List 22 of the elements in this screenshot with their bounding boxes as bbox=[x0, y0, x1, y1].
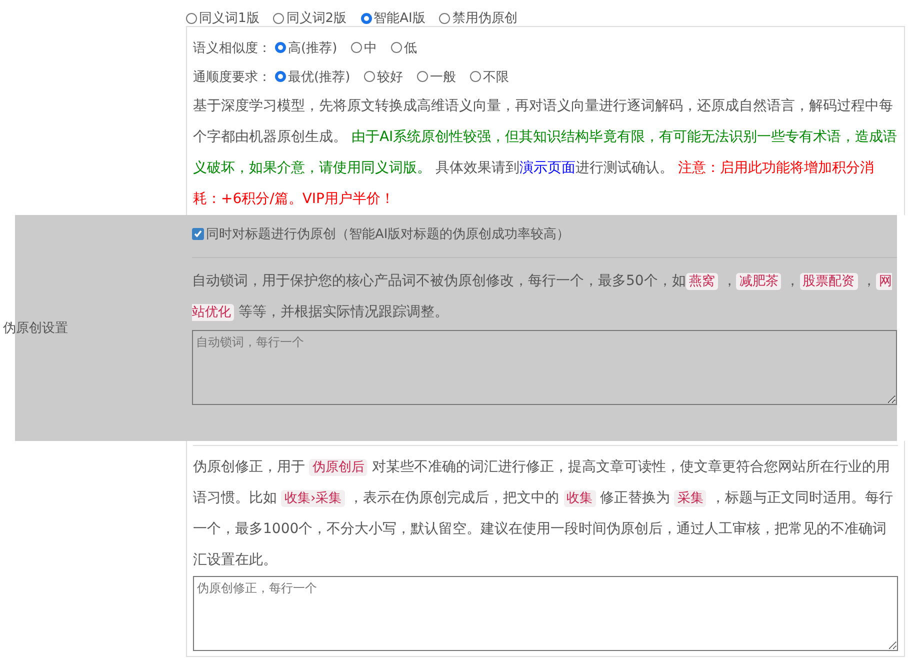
setting-label: 语义相似度： bbox=[193, 40, 271, 56]
mode-radio[interactable]: 同义词1版 bbox=[186, 10, 260, 26]
fix-words-field[interactable]: 伪原创修正，每行一个 bbox=[193, 576, 898, 651]
setting-radio[interactable]: 不限 bbox=[470, 68, 510, 86]
setting-radio[interactable]: 中 bbox=[351, 38, 378, 56]
mode-radio[interactable]: 智能AI版 bbox=[360, 10, 426, 26]
ai-description: 基于深度学习模型，先将原文转换成高维语义向量，再对语义向量进行逐词解码，还原成自然语言，解码过程中每个字都由机器原创生成。 由于AI系统原创性较强，但其知识结构毕竟有限，有可能无法识别一些专有术语，造成语义破坏，如果介意，请使用同义词版。 具体效果请到演示页面进行测试确认。 注意：启用此功能将增加积分消耗：+6积分/篇。VIP用户半价！ bbox=[193, 97, 898, 209]
demo-link[interactable]: 演示页面 bbox=[519, 160, 576, 176]
mode-radio[interactable]: 禁用伪原创 bbox=[439, 10, 518, 26]
section-label: 伪原创设置 bbox=[3, 320, 68, 337]
setting-radio[interactable]: 低 bbox=[391, 38, 418, 56]
checkmark-icon bbox=[193, 229, 203, 239]
setting-radio[interactable]: 高(推荐) bbox=[275, 38, 338, 56]
setting-radio[interactable]: 一般 bbox=[417, 68, 456, 86]
lock-words-field[interactable]: 自动锁词，每行一个 bbox=[192, 330, 897, 405]
setting-radio[interactable]: 最优(推荐) bbox=[275, 68, 350, 86]
setting-radio[interactable]: 较好 bbox=[364, 68, 404, 86]
fix-description: 伪原创修正，用于 伪原创后 对某些不准确的词汇进行修正，提高文章可读性，使文章更符合您网站所在行业的用语习惯。比如 收集›采集 ，表示在伪原创完成后，把文中的 收集 修正替换为 采集 ，标题与正文同时适用。每行一个，最多1000个，不分大小写，默认留空。建议在使用一段时间伪原创后，通过人工审核，把常见的不准确词汇设置在此。 bbox=[193, 458, 894, 570]
mode-radio[interactable]: 同义词2版 bbox=[273, 10, 347, 26]
title-checkbox[interactable]: 同时对标题进行伪原创（智能AI版对标题的伪原创成功率较高） bbox=[192, 225, 570, 243]
lock-description: 自动锁词，用于保护您的核心产品词不被伪原创修改，每行一个，最多50个，如 燕窝 ， 减肥茶 ， 股票配资 ， 网站优化 等等，并根据实际情况跟踪调整。 bbox=[192, 272, 894, 323]
setting-label: 通顺度要求： bbox=[193, 68, 271, 86]
